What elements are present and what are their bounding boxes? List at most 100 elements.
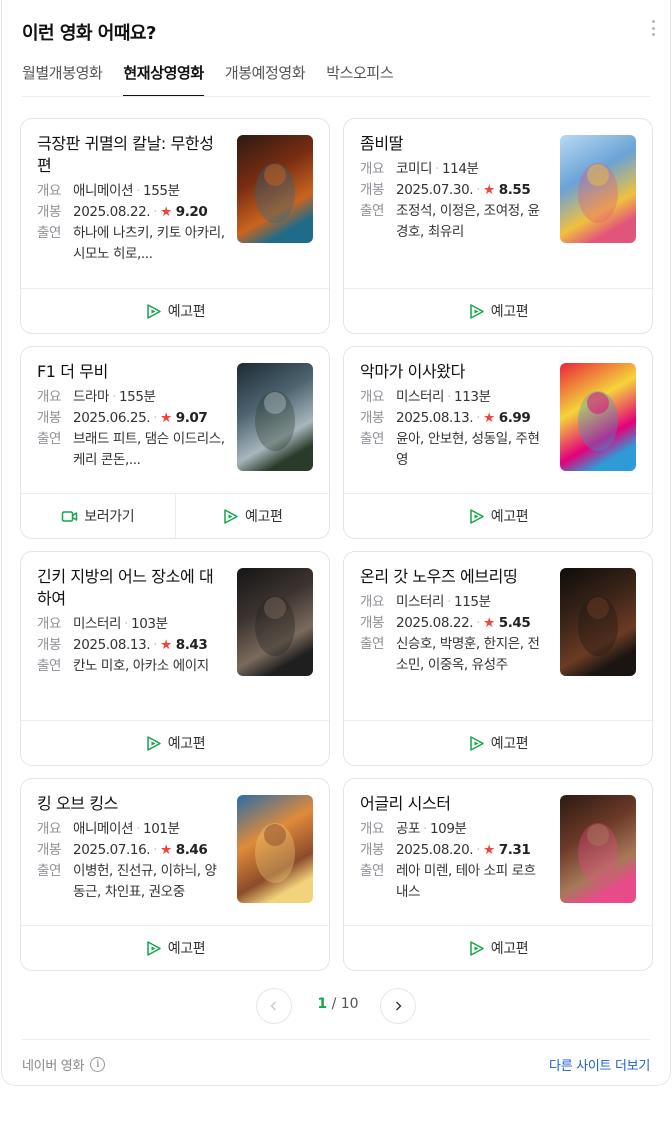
separator-dot: · <box>153 637 158 653</box>
release-date: 2025.08.13. <box>396 410 474 426</box>
movie-poster[interactable] <box>237 135 313 243</box>
separator-dot: · <box>153 410 158 426</box>
card-actions: 예고편 <box>344 925 652 970</box>
cast-label: 출연 <box>37 225 62 241</box>
prev-page-button[interactable] <box>256 988 292 1024</box>
overview-label: 개요 <box>360 821 385 837</box>
trailer-button[interactable]: 예고편 <box>174 494 330 538</box>
trailer-button[interactable]: 예고편 <box>344 721 652 765</box>
trailer-button[interactable]: 예고편 <box>21 289 329 333</box>
release-row: 개봉 2025.08.22. · ★ 9.20 <box>37 202 227 223</box>
movie-title[interactable]: 어글리 시스터 <box>360 793 546 815</box>
overview-row: 개요 드라마 · 155분 <box>37 387 227 408</box>
movie-poster[interactable] <box>237 568 313 676</box>
separator-dot: · <box>124 616 128 632</box>
overview-row: 개요 미스터리 · 103분 <box>37 614 227 635</box>
movie-runtime: 113분 <box>454 389 491 405</box>
movie-card[interactable]: 긴키 지방의 어느 장소에 대하여 개요 미스터리 · 103분 개봉 2025.0… <box>20 551 330 766</box>
movie-poster[interactable] <box>560 795 636 903</box>
movie-title[interactable]: 악마가 이사왔다 <box>360 361 546 383</box>
separator-dot: · <box>476 615 481 631</box>
watch-button[interactable]: 보러가기 <box>21 494 175 538</box>
overview-row: 개요 공포 · 109분 <box>360 819 550 840</box>
movie-poster[interactable] <box>560 135 636 243</box>
star-icon: ★ <box>160 204 172 220</box>
release-label: 개봉 <box>37 637 62 653</box>
star-icon: ★ <box>483 842 495 858</box>
separator-dot: · <box>435 161 439 177</box>
movie-poster[interactable] <box>560 568 636 676</box>
movie-genre: 애니메이션 <box>73 821 134 837</box>
overview-label: 개요 <box>37 821 62 837</box>
movie-meta: 개요 애니메이션 · 101분 개봉 2025.07.16. · ★ 8.46 출연 이… <box>37 819 227 903</box>
separator-dot: · <box>153 842 158 858</box>
movie-poster[interactable] <box>237 795 313 903</box>
play-icon <box>470 940 484 956</box>
trailer-label: 예고편 <box>245 509 283 525</box>
movie-title[interactable]: 긴키 지방의 어느 장소에 대하여 <box>37 566 223 610</box>
separator-dot: · <box>447 389 451 405</box>
overview-row: 개요 애니메이션 · 155분 <box>37 181 227 202</box>
cast-row: 출연 이병헌, 진선규, 이하늬, 양동근, 차인표, 권오중 <box>37 861 227 903</box>
other-sites-link[interactable]: 다른 사이트 더보기 <box>549 1055 650 1074</box>
movie-card[interactable]: 좀비딸 개요 코미디 · 114분 개봉 2025.07.30. · ★ 8.55 <box>343 118 653 334</box>
next-page-button[interactable] <box>380 988 416 1024</box>
movie-card[interactable]: 킹 오브 킹스 개요 애니메이션 · 101분 개봉 2025.07.16. · ★ 8… <box>20 778 330 971</box>
star-icon: ★ <box>160 842 172 858</box>
play-icon <box>470 735 484 751</box>
current-page: 1 <box>317 996 328 1012</box>
tab-now-showing[interactable]: 현재상영영화 <box>123 60 204 97</box>
overview-label: 개요 <box>37 616 62 632</box>
tab-box-office[interactable]: 박스오피스 <box>326 60 393 97</box>
play-icon <box>147 303 161 319</box>
movie-title[interactable]: F1 더 무비 <box>37 361 223 383</box>
trailer-button[interactable]: 예고편 <box>21 721 329 765</box>
separator-dot: · <box>136 821 141 837</box>
movie-genre: 미스터리 <box>73 616 122 632</box>
separator-dot: · <box>136 183 141 199</box>
trailer-button[interactable]: 예고편 <box>344 926 652 970</box>
release-row: 개봉 2025.06.25. · ★ 9.07 <box>37 408 227 429</box>
info-icon[interactable]: i <box>90 1057 106 1072</box>
movie-cast: 이병헌, 진선규, 이하늬, 양동근, 차인표, 권오중 <box>73 863 217 900</box>
total-pages: 10 <box>340 996 359 1012</box>
movie-title[interactable]: 극장판 귀멸의 칼날: 무한성편 <box>37 133 223 177</box>
poster-art <box>237 363 313 471</box>
poster-art <box>560 568 636 676</box>
movie-card[interactable]: F1 더 무비 개요 드라마 · 155분 개봉 2025.06.25. · ★ 9.0… <box>20 346 330 539</box>
release-label: 개봉 <box>360 615 385 631</box>
movie-card[interactable]: 악마가 이사왔다 개요 미스터리 · 113분 개봉 2025.08.13. · ★ 6… <box>343 346 653 539</box>
chevron-left-icon <box>270 1001 276 1011</box>
movie-poster[interactable] <box>560 363 636 471</box>
more-options-icon[interactable] <box>650 20 656 36</box>
movie-title[interactable]: 온리 갓 노우즈 에브리띵 <box>360 566 546 588</box>
poster-art <box>560 795 636 903</box>
movie-title[interactable]: 좀비딸 <box>360 133 546 155</box>
movie-card[interactable]: 어글리 시스터 개요 공포 · 109분 개봉 2025.08.20. · ★ 7.31 <box>343 778 653 971</box>
trailer-button[interactable]: 예고편 <box>344 289 652 333</box>
movie-poster[interactable] <box>237 363 313 471</box>
cast-row: 출연 신승호, 박명훈, 한지은, 전소민, 이중옥, 유성주 <box>360 634 550 676</box>
page-counter: 1 / 10 <box>298 996 378 1012</box>
tab-upcoming[interactable]: 개봉예정영화 <box>225 60 306 97</box>
release-label: 개봉 <box>37 842 62 858</box>
movie-meta: 개요 미스터리 · 103분 개봉 2025.08.13. · ★ 8.43 출연 칸노… <box>37 614 227 677</box>
footer-divider <box>22 1039 650 1040</box>
watch-label: 보러가기 <box>84 509 135 525</box>
poster-art <box>237 795 313 903</box>
separator-dot: · <box>476 842 481 858</box>
star-icon: ★ <box>483 615 495 631</box>
movie-card[interactable]: 극장판 귀멸의 칼날: 무한성편 개요 애니메이션 · 155분 개봉 2025.0… <box>20 118 330 334</box>
release-row: 개봉 2025.08.22. · ★ 5.45 <box>360 613 550 634</box>
movie-runtime: 155분 <box>143 183 180 199</box>
movie-card[interactable]: 온리 갓 노우즈 에브리띵 개요 미스터리 · 115분 개봉 2025.08.22… <box>343 551 653 766</box>
movie-runtime: 155분 <box>118 389 156 405</box>
trailer-button[interactable]: 예고편 <box>21 926 329 970</box>
movie-rating: 9.07 <box>175 410 208 426</box>
tab-monthly-release[interactable]: 월별개봉영화 <box>22 60 103 97</box>
trailer-button[interactable]: 예고편 <box>344 494 652 538</box>
movie-title[interactable]: 킹 오브 킹스 <box>37 793 223 815</box>
release-date: 2025.07.16. <box>73 842 151 858</box>
cast-row: 출연 윤아, 안보현, 성동일, 주현영 <box>360 429 550 471</box>
trailer-label: 예고편 <box>490 736 529 752</box>
